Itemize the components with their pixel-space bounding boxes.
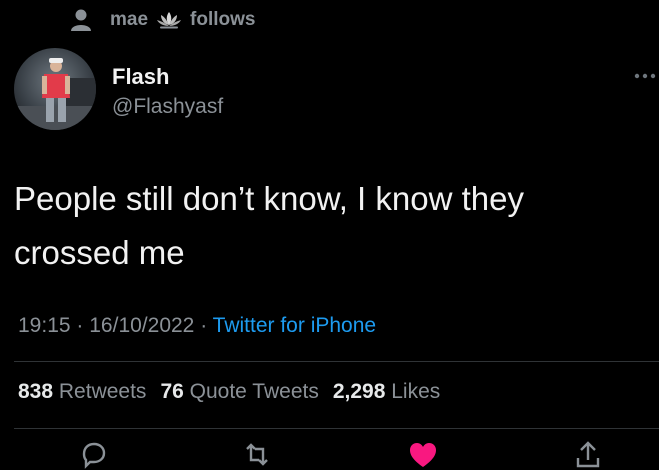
tweet-time[interactable]: 19:15 [18,314,71,337]
person-icon [71,9,91,31]
author-display-name[interactable]: Flash [112,64,169,90]
tweet-date[interactable]: 16/10/2022 [89,314,194,337]
like-icon[interactable] [408,440,438,470]
divider [14,428,659,429]
likes-label: Likes [391,380,441,403]
lotus-emoji-icon [157,12,182,29]
social-context[interactable]: mae follows [71,8,256,32]
meta-separator: · [200,314,208,337]
avatar[interactable] [14,48,96,130]
quotes-label: Quote Tweets [189,380,319,403]
reply-icon[interactable] [78,440,108,470]
author-handle[interactable]: @Flashyasf [112,95,223,119]
meta-separator: · [76,314,84,337]
likes-stat[interactable]: 2,298 Likes [333,380,440,403]
retweet-icon[interactable] [242,440,272,470]
quote-tweets-stat[interactable]: 76 Quote Tweets [160,380,318,403]
tweet-meta: 19:15 · 16/10/2022 · Twitter for iPhone [18,314,376,338]
tweet-text-line-2: crossed me [14,234,185,271]
share-icon[interactable] [573,440,603,470]
tweet-stats: 838 Retweets 76 Quote Tweets 2,298 Likes [18,380,440,404]
social-context-name: mae [110,9,149,30]
retweets-count: 838 [18,380,54,403]
avatar-image [14,48,96,130]
social-context-suffix: follows [190,9,256,30]
likes-count: 2,298 [332,380,386,403]
tweet-source-link[interactable]: Twitter for iPhone [213,314,376,337]
more-options-icon[interactable] [632,70,659,82]
retweets-stat[interactable]: 838 Retweets [18,380,146,403]
tweet-text-line-1: People still don’t know, I know they [14,180,524,217]
divider [14,361,659,362]
action-bar [0,440,659,469]
tweet-text: People still don’t know, I know they cro… [14,172,614,280]
quotes-count: 76 [160,380,184,403]
retweets-label: Retweets [58,380,147,403]
